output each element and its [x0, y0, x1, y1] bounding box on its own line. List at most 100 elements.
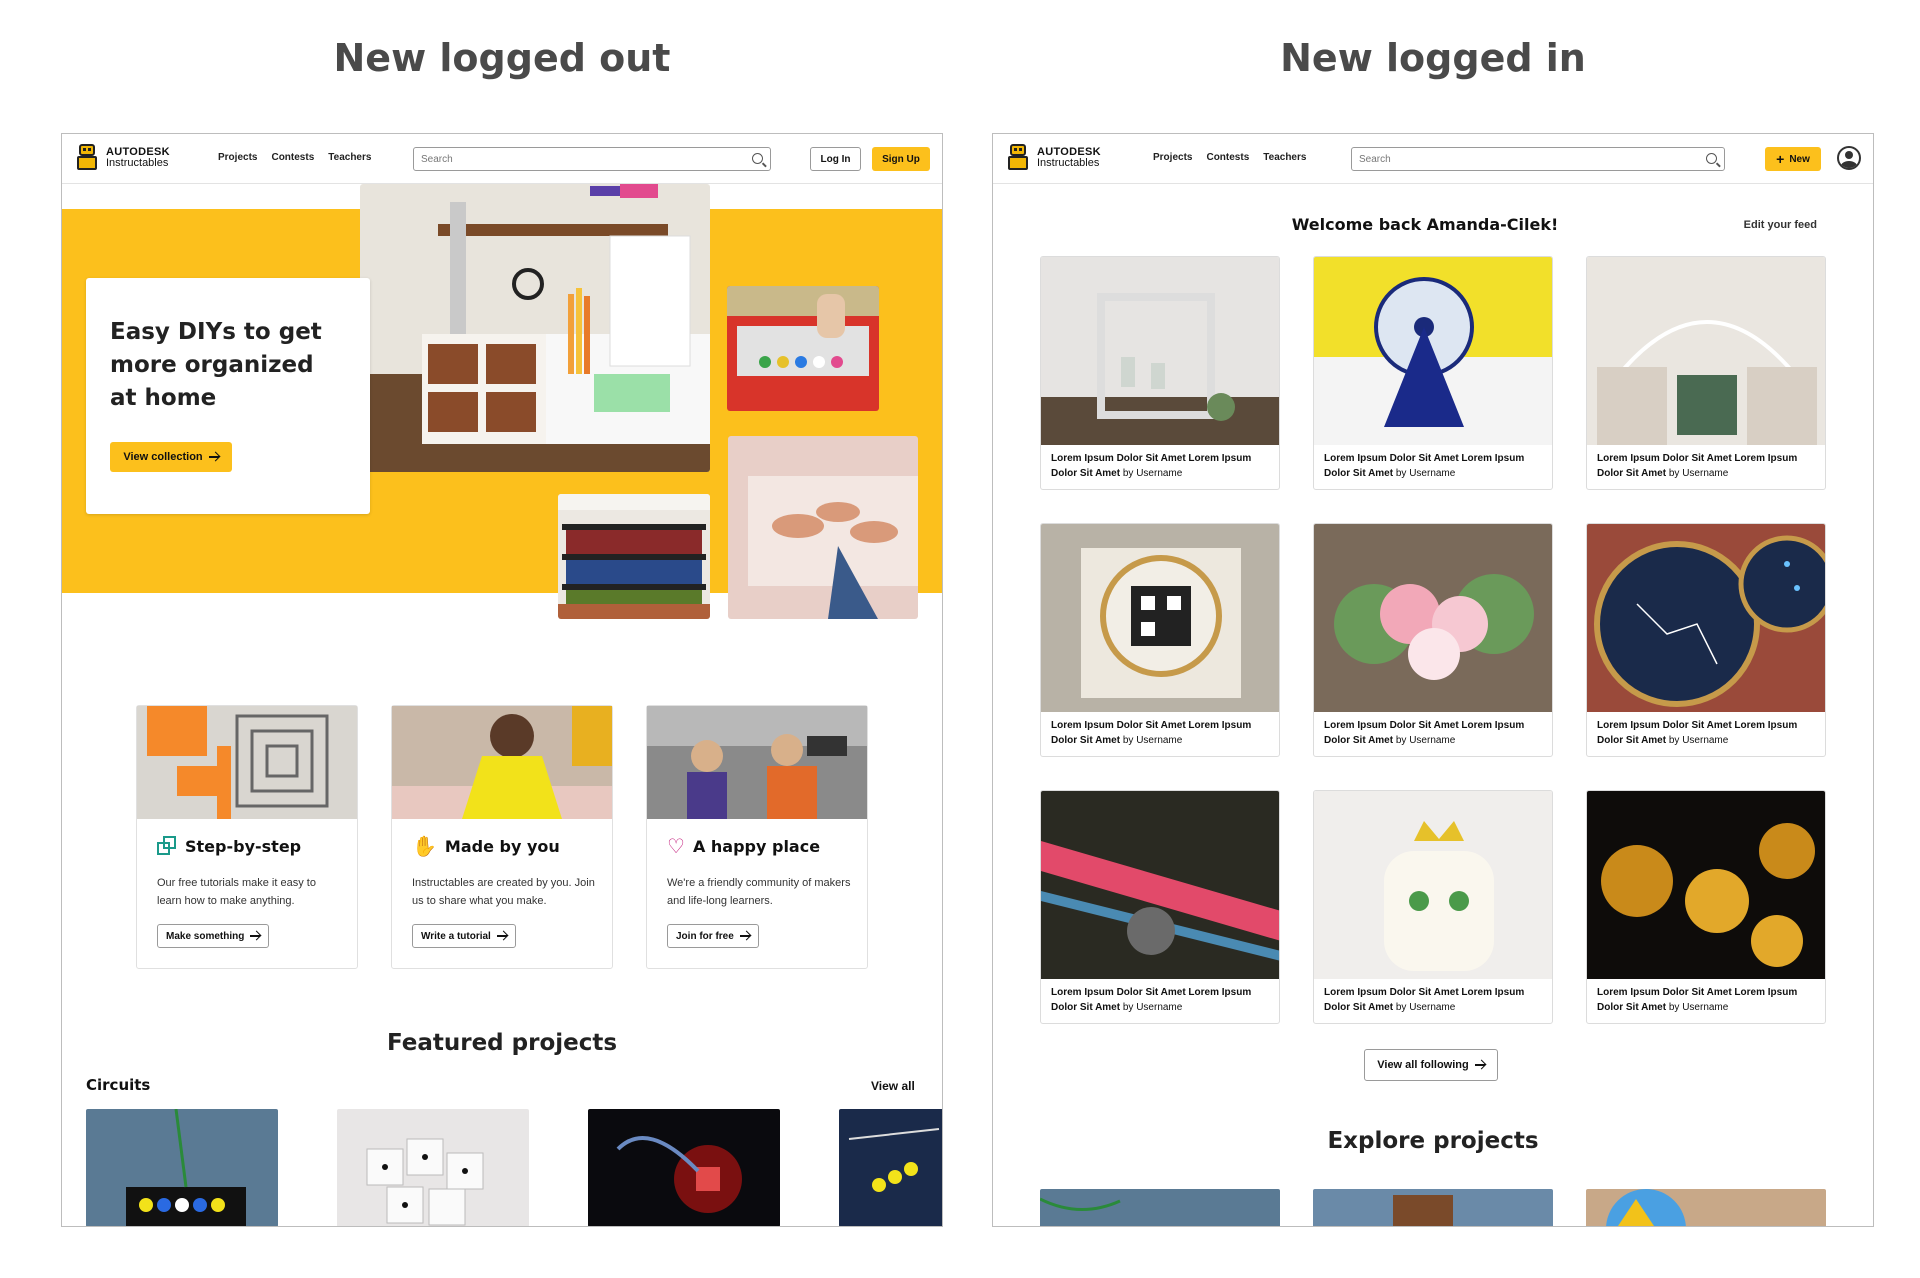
project-caption: Lorem Ipsum Dolor Sit Amet Lorem Ipsum D…	[1597, 985, 1817, 1015]
logo-sub: Instructables	[106, 157, 169, 169]
organizer-photo[interactable]	[360, 184, 710, 472]
signup-button[interactable]: Sign Up	[872, 147, 930, 171]
feature-description: Our free tutorials make it easy to learn…	[157, 877, 316, 907]
nav-teachers[interactable]: Teachers	[328, 152, 371, 163]
project-card[interactable]: Lorem Ipsum Dolor Sit Amet Lorem Ipsum D…	[1313, 790, 1553, 1024]
feature-title: ♡ A happy place	[667, 836, 820, 856]
bookshelf-photo[interactable]	[558, 494, 710, 619]
view-all-following-button[interactable]: View all following	[1364, 1049, 1498, 1081]
logo-sub: Instructables	[1037, 157, 1100, 169]
search-placeholder: Search	[1359, 154, 1391, 165]
project-author: by Username	[1668, 1002, 1729, 1013]
top-nav: AUTODESK Instructables Projects Contests…	[62, 134, 942, 184]
make-something-button[interactable]: Make something	[157, 924, 270, 948]
make-something-label: Make something	[166, 930, 245, 942]
view-all-link[interactable]: View all	[871, 1079, 915, 1093]
explore-thumb-1[interactable]	[1040, 1189, 1280, 1226]
nav-projects[interactable]: Projects	[218, 152, 257, 163]
featured-projects-title: Featured projects	[386, 1030, 618, 1056]
feature-title: Step-by-step	[157, 836, 301, 856]
explore-projects-title: Explore projects	[1327, 1128, 1539, 1154]
explore-thumb-2[interactable]	[1313, 1189, 1553, 1226]
arrow-right-icon	[739, 935, 750, 937]
feature-image	[392, 706, 612, 819]
project-author: by Username	[1668, 735, 1729, 746]
project-image	[1314, 791, 1552, 979]
edit-feed-link[interactable]: Edit your feed	[1744, 219, 1817, 231]
project-caption: Lorem Ipsum Dolor Sit Amet Lorem Ipsum D…	[1051, 718, 1271, 748]
project-card[interactable]: Lorem Ipsum Dolor Sit Amet Lorem Ipsum D…	[1040, 256, 1280, 490]
logged-out-frame: AUTODESK Instructables Projects Contests…	[61, 133, 943, 1227]
project-card[interactable]: Lorem Ipsum Dolor Sit Amet Lorem Ipsum D…	[1040, 790, 1280, 1024]
project-thumb-red-light[interactable]	[588, 1109, 780, 1226]
search-placeholder: Search	[421, 154, 453, 165]
project-card[interactable]: Lorem Ipsum Dolor Sit Amet Lorem Ipsum D…	[1586, 256, 1826, 490]
project-caption: Lorem Ipsum Dolor Sit Amet Lorem Ipsum D…	[1597, 718, 1817, 748]
search-input[interactable]: Search	[1351, 147, 1725, 171]
logo[interactable]: AUTODESK Instructables	[74, 142, 170, 174]
project-caption: Lorem Ipsum Dolor Sit Amet Lorem Ipsum D…	[1324, 451, 1544, 481]
project-author: by Username	[1122, 468, 1183, 479]
project-thumb-leds[interactable]	[839, 1109, 942, 1226]
project-image	[1041, 524, 1279, 712]
new-button[interactable]: + New	[1765, 147, 1821, 171]
feature-card-happy-place: ♡ A happy place We're a friendly communi…	[646, 705, 868, 969]
nav-projects[interactable]: Projects	[1153, 152, 1192, 163]
logo[interactable]: AUTODESK Instructables	[1005, 142, 1101, 174]
logged-in-heading: New logged in	[1280, 36, 1586, 80]
heart-icon: ♡	[667, 834, 685, 858]
project-author: by Username	[1395, 735, 1456, 746]
explore-thumb-3[interactable]	[1586, 1189, 1826, 1226]
nav-links: Projects Contests Teachers	[1153, 152, 1306, 163]
arrow-right-icon	[208, 456, 219, 458]
project-caption: Lorem Ipsum Dolor Sit Amet Lorem Ipsum D…	[1051, 985, 1271, 1015]
feature-description: We're a friendly community of makers and…	[667, 877, 851, 907]
view-all-following-label: View all following	[1377, 1059, 1469, 1071]
top-nav: AUTODESK Instructables Projects Contests…	[993, 134, 1873, 184]
logged-in-frame: AUTODESK Instructables Projects Contests…	[992, 133, 1874, 1227]
join-free-button[interactable]: Join for free	[667, 924, 759, 948]
project-image	[1587, 791, 1825, 979]
nav-contests[interactable]: Contests	[1206, 152, 1249, 163]
project-thumb-dice[interactable]	[337, 1109, 529, 1226]
project-author: by Username	[1122, 1002, 1183, 1013]
nav-teachers[interactable]: Teachers	[1263, 152, 1306, 163]
dinosaur-hooks-photo[interactable]	[728, 436, 918, 619]
project-card[interactable]: Lorem Ipsum Dolor Sit Amet Lorem Ipsum D…	[1313, 523, 1553, 757]
feature-image	[137, 706, 357, 819]
project-card[interactable]: Lorem Ipsum Dolor Sit Amet Lorem Ipsum D…	[1586, 523, 1826, 757]
row-label-circuits: Circuits	[86, 1076, 151, 1094]
project-thumb-circuit-1[interactable]	[86, 1109, 278, 1226]
project-author: by Username	[1668, 468, 1729, 479]
project-author: by Username	[1395, 468, 1456, 479]
search-input[interactable]: Search	[413, 147, 771, 171]
write-tutorial-label: Write a tutorial	[421, 930, 491, 942]
login-button[interactable]: Log In	[810, 147, 861, 171]
feature-title-text: A happy place	[692, 836, 821, 856]
project-card[interactable]: Lorem Ipsum Dolor Sit Amet Lorem Ipsum D…	[1586, 790, 1826, 1024]
feature-title-text: Step-by-step	[185, 836, 302, 856]
project-caption: Lorem Ipsum Dolor Sit Amet Lorem Ipsum D…	[1597, 451, 1817, 481]
search-icon[interactable]	[752, 153, 763, 164]
project-author: by Username	[1395, 1002, 1456, 1013]
new-button-label: New	[1789, 153, 1810, 165]
arrow-right-icon	[250, 935, 261, 937]
user-avatar-icon[interactable]	[1837, 146, 1861, 170]
nav-contests[interactable]: Contests	[271, 152, 314, 163]
search-icon[interactable]	[1706, 153, 1717, 164]
project-caption: Lorem Ipsum Dolor Sit Amet Lorem Ipsum D…	[1324, 985, 1544, 1015]
view-collection-button[interactable]: View collection	[110, 442, 232, 472]
layers-icon	[157, 836, 177, 856]
hand-icon: ✋	[412, 834, 437, 858]
project-caption: Lorem Ipsum Dolor Sit Amet Lorem Ipsum D…	[1051, 451, 1271, 481]
project-card[interactable]: Lorem Ipsum Dolor Sit Amet Lorem Ipsum D…	[1313, 256, 1553, 490]
feature-card-made-by-you: ✋ Made by you Instructables are created …	[391, 705, 613, 969]
write-tutorial-button[interactable]: Write a tutorial	[412, 924, 516, 948]
feature-title: ✋ Made by you	[412, 836, 560, 856]
project-image	[1314, 524, 1552, 712]
project-card[interactable]: Lorem Ipsum Dolor Sit Amet Lorem Ipsum D…	[1040, 523, 1280, 757]
cable-organizer-photo[interactable]	[727, 286, 879, 411]
robot-logo-icon	[74, 142, 100, 174]
project-image	[1314, 257, 1552, 445]
robot-logo-icon	[1005, 142, 1031, 174]
